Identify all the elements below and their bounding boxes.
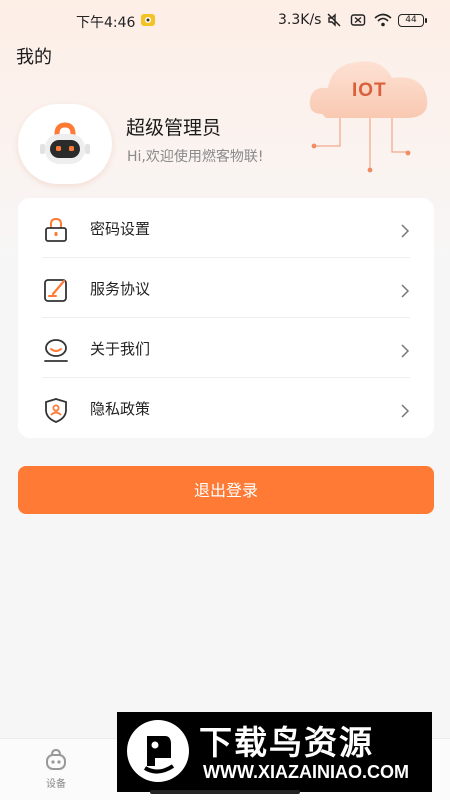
user-name: 超级管理员 [126, 117, 222, 139]
menu-item-service-agreement[interactable]: 服务协议 [18, 258, 434, 318]
robot-avatar-icon [40, 122, 90, 164]
watermark-banner: 下载鸟资源 WWW.XIAZAINIAO.COM [117, 712, 432, 792]
tab-devices[interactable]: 设备 [36, 745, 76, 790]
network-speed: 3.3K/s [278, 12, 322, 28]
menu-item-label: 服务协议 [90, 280, 151, 298]
menu-item-about-us[interactable]: 关于我们 [18, 318, 434, 378]
robot-device-icon [46, 748, 66, 770]
document-edit-icon [44, 279, 67, 302]
avatar[interactable] [18, 104, 112, 184]
user-greeting: Hi,欢迎使用燃客物联! [127, 149, 264, 165]
menu-item-label: 密码设置 [90, 220, 151, 238]
iot-label: IOT [352, 80, 387, 101]
profile-screen: 下午4:46 3.3K/s 44 我的 IOT 超级管理员 Hi,欢迎使用燃客物… [0, 0, 450, 800]
chevron-right-icon [401, 284, 410, 298]
mute-icon [327, 13, 341, 27]
sim-off-icon [350, 14, 366, 26]
settings-menu: 密码设置 服务协议 关于我们 隐私政策 [18, 198, 434, 438]
watermark-url: WWW.XIAZAINIAO.COM [203, 762, 409, 782]
logout-button[interactable]: 退出登录 [18, 466, 434, 514]
chevron-right-icon [401, 224, 410, 238]
page-title: 我的 [16, 47, 52, 68]
home-indicator [150, 790, 300, 794]
chevron-right-icon [401, 344, 410, 358]
lock-icon [45, 217, 67, 242]
info-face-icon [44, 339, 68, 362]
eye-notification-icon [141, 14, 155, 26]
chevron-right-icon [401, 404, 410, 418]
bird-logo-icon [127, 720, 189, 782]
status-time: 下午4:46 [76, 15, 136, 31]
shield-icon [45, 398, 67, 423]
battery-indicator: 44 [398, 14, 427, 27]
tab-devices-label: 设备 [46, 779, 66, 790]
iot-cloud-illustration: IOT [300, 42, 440, 182]
watermark-title: 下载鸟资源 [199, 723, 374, 762]
menu-item-label: 隐私政策 [90, 400, 151, 418]
menu-item-password-settings[interactable]: 密码设置 [18, 198, 434, 258]
wifi-icon [374, 13, 392, 27]
menu-item-label: 关于我们 [90, 340, 151, 358]
cloud-icon [309, 61, 428, 173]
menu-item-privacy-policy[interactable]: 隐私政策 [18, 378, 434, 438]
status-bar: 下午4:46 3.3K/s 44 [0, 0, 450, 40]
